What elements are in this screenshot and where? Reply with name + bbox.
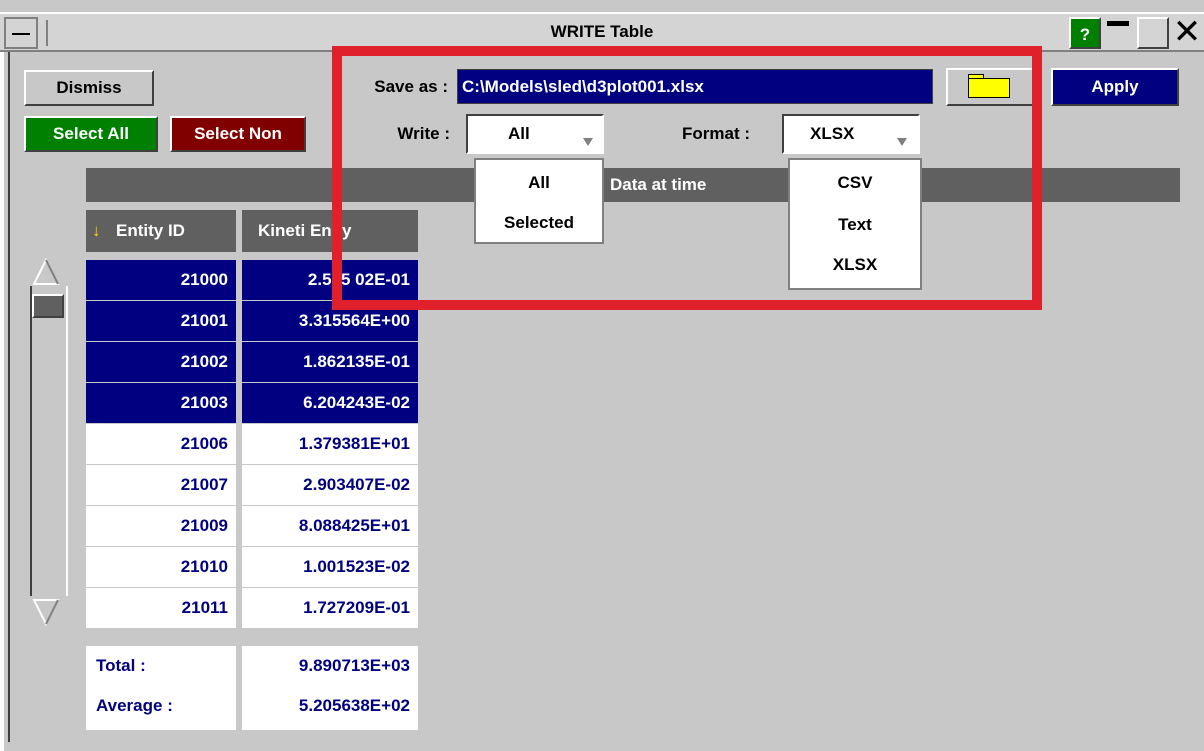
table-cell-kinetic-energy[interactable]: 1.727209E-01 <box>242 588 418 628</box>
table-cell-kinetic-energy[interactable]: 8.088425E+01 <box>242 506 418 546</box>
scroll-down-icon[interactable] <box>30 598 70 628</box>
table-cell-entity-id[interactable]: 21000 <box>86 260 236 300</box>
title-divider <box>46 20 48 46</box>
minimize-button[interactable] <box>1103 17 1135 49</box>
window-inner-border <box>8 52 10 742</box>
system-menu-button[interactable] <box>4 17 38 49</box>
table-cell-entity-id[interactable]: 21002 <box>86 342 236 382</box>
table-cell-entity-id[interactable]: 21003 <box>86 383 236 423</box>
table-cell-entity-id[interactable]: 21009 <box>86 506 236 546</box>
close-button[interactable]: ✕ <box>1170 14 1204 50</box>
maximize-button[interactable] <box>1137 17 1169 49</box>
window-left-border <box>0 12 4 751</box>
scrollbar-thumb[interactable] <box>32 294 64 318</box>
average-value: 5.205638E+02 <box>298 696 410 715</box>
help-button[interactable]: ? <box>1069 17 1101 49</box>
sort-arrow-icon: ↓ <box>92 221 101 240</box>
table-cell-entity-id[interactable]: 21006 <box>86 424 236 464</box>
total-value: 9.890713E+03 <box>298 656 410 675</box>
summary-labels: Total : Average : <box>86 646 236 730</box>
table-cell-kinetic-energy[interactable]: 1.379381E+01 <box>242 424 418 464</box>
column-header-label: Entity ID <box>116 221 185 240</box>
apply-button[interactable]: Apply <box>1051 68 1179 106</box>
scroll-up-icon[interactable] <box>30 256 70 286</box>
dismiss-button[interactable]: Dismiss <box>24 70 154 106</box>
table-cell-kinetic-energy[interactable]: 1.001523E-02 <box>242 547 418 587</box>
table-cell-kinetic-energy[interactable]: 6.204243E-02 <box>242 383 418 423</box>
summary-values: 9.890713E+03 5.205638E+02 <box>242 646 418 730</box>
window-title: WRITE Table <box>550 22 654 41</box>
scrollbar-track-edge <box>66 286 68 596</box>
table-cell-entity-id[interactable]: 21010 <box>86 547 236 587</box>
average-label: Average : <box>96 696 173 715</box>
table-cell-entity-id[interactable]: 21011 <box>86 588 236 628</box>
select-none-button[interactable]: Select Non <box>170 116 306 152</box>
highlight-annotation-box <box>332 46 1042 310</box>
table-cell-kinetic-energy[interactable]: 1.862135E-01 <box>242 342 418 382</box>
table-cell-entity-id[interactable]: 21007 <box>86 465 236 505</box>
table-cell-entity-id[interactable]: 21001 <box>86 301 236 341</box>
select-all-button[interactable]: Select All <box>24 116 158 152</box>
total-label: Total : <box>96 656 146 675</box>
table-cell-kinetic-energy[interactable]: 2.903407E-02 <box>242 465 418 505</box>
scrollbar-track[interactable] <box>30 286 32 596</box>
column-header-entity-id[interactable]: ↓ Entity ID <box>86 210 236 252</box>
